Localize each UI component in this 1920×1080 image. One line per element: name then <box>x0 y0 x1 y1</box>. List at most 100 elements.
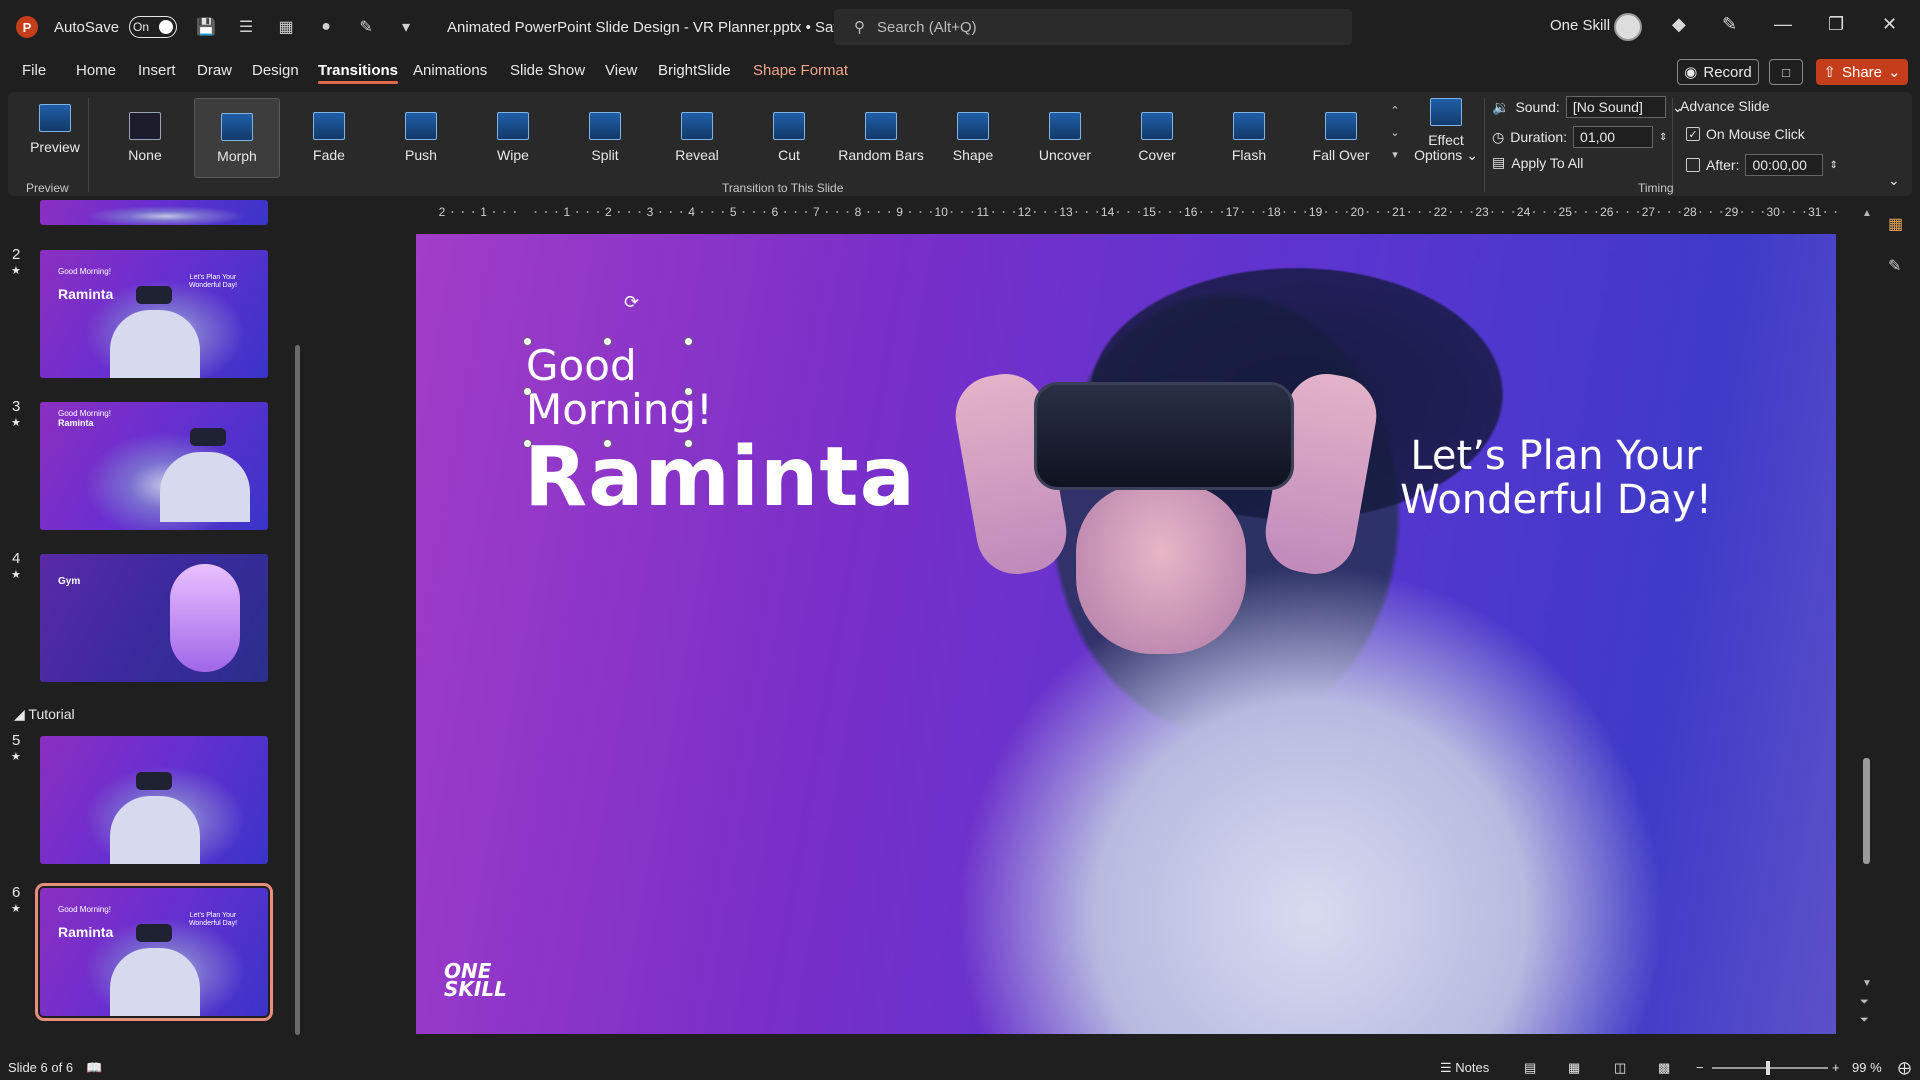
resize-handle[interactable] <box>603 337 612 346</box>
tab-brightslide[interactable]: BrightSlide <box>658 62 731 79</box>
comments-button[interactable]: □ <box>1769 59 1803 85</box>
restore-icon[interactable]: ❐ <box>1828 14 1844 35</box>
transition-morph[interactable]: Morph <box>194 98 280 178</box>
scrollbar-thumb[interactable] <box>295 345 300 1035</box>
fit-slide-icon[interactable]: ⨁ <box>1898 1060 1911 1076</box>
preview-button[interactable]: Preview <box>20 98 90 178</box>
horizontal-ruler[interactable]: 2 1 1 2 3 4 5 6 7 8 9 10 11 12 13 14 15 16 17 18 19 20 21 22 23 2… <box>416 200 1847 222</box>
zoom-out-icon[interactable]: − <box>1696 1060 1704 1075</box>
next-slide-icon[interactable]: ⏷ <box>1860 1014 1869 1027</box>
on-mouse-click-row[interactable]: ✓ On Mouse Click <box>1686 126 1805 142</box>
scrollbar-thumb[interactable] <box>1863 758 1870 864</box>
transition-flash[interactable]: Flash <box>1206 98 1292 178</box>
resize-handle[interactable] <box>523 387 532 396</box>
tab-design[interactable]: Design <box>252 62 299 79</box>
record-icon[interactable]: ● <box>315 16 337 38</box>
collapse-ribbon-icon[interactable]: ⌄ <box>1888 172 1900 189</box>
pen-icon[interactable]: ✎ <box>1722 14 1737 35</box>
format-painter-icon[interactable]: ✎ <box>355 16 377 38</box>
minimize-icon[interactable]: — <box>1774 14 1792 35</box>
autosave-toggle[interactable]: On <box>129 16 178 38</box>
tab-animations[interactable]: Animations <box>413 62 487 79</box>
tagline-textbox[interactable]: Let’s Plan Your Wonderful Day! <box>1376 434 1736 522</box>
chevron-up-icon[interactable]: ⌃ <box>1388 100 1402 122</box>
tab-view[interactable]: View <box>605 62 637 79</box>
scroll-down-icon[interactable]: ▼ <box>1862 978 1872 989</box>
previous-slide-icon[interactable]: ⏷ <box>1860 996 1869 1009</box>
bright-slide-icon[interactable]: ☰ <box>235 16 257 38</box>
save-icon[interactable]: 💾 <box>195 16 217 38</box>
slide-thumbnail-3[interactable]: Good Morning! Raminta <box>40 402 268 530</box>
slideshow-view-icon[interactable]: ▩ <box>1658 1060 1670 1076</box>
tab-draw[interactable]: Draw <box>197 62 232 79</box>
duration-input[interactable]: 01,00 <box>1573 126 1654 148</box>
customize-toolbar-icon[interactable]: ▾ <box>395 16 417 38</box>
reading-view-icon[interactable]: ◫ <box>1614 1060 1626 1076</box>
zoom-slider[interactable] <box>1712 1061 1828 1075</box>
transition-cover[interactable]: Cover <box>1114 98 1200 178</box>
resize-handle[interactable] <box>523 337 532 346</box>
slide-thumbnail-5[interactable] <box>40 736 268 864</box>
slide-canvas[interactable]: Good Morning! ⟳ Raminta Let’s Plan Your … <box>416 234 1836 1034</box>
slide-thumbnail-6-selected[interactable]: Good Morning! Raminta Let's Plan Your Wo… <box>35 883 273 1021</box>
transition-shape[interactable]: Shape <box>930 98 1016 178</box>
slide-thumbnail-2[interactable]: Good Morning! Raminta Let's Plan Your Wo… <box>40 250 268 378</box>
transition-cut[interactable]: Cut <box>746 98 832 178</box>
transition-uncover[interactable]: Uncover <box>1022 98 1108 178</box>
on-mouse-click-checkbox[interactable]: ✓ <box>1686 127 1700 141</box>
transition-fall-over[interactable]: Fall Over <box>1298 98 1384 178</box>
designer-icon[interactable]: ▦ <box>1888 214 1903 234</box>
normal-view-icon[interactable]: ▤ <box>1524 1060 1536 1076</box>
user-name[interactable]: One Skill <box>1550 17 1610 34</box>
document-title[interactable]: Animated PowerPoint Slide Design - VR Pl… <box>447 19 873 36</box>
thumbnails-scrollbar[interactable] <box>294 220 301 1050</box>
transition-random-bars[interactable]: Random Bars <box>838 98 924 178</box>
spinner-icon[interactable]: ⇕ <box>1659 132 1667 143</box>
record-button[interactable]: ◉ Record <box>1677 59 1759 85</box>
format-icon[interactable]: ✎ <box>1888 256 1901 276</box>
transition-split[interactable]: Split <box>562 98 648 178</box>
tab-slide-show[interactable]: Slide Show <box>510 62 585 79</box>
section-tutorial[interactable]: ◢ Tutorial <box>14 706 75 723</box>
resize-handle[interactable] <box>684 337 693 346</box>
collapse-triangle-icon[interactable]: ◢ <box>14 706 25 722</box>
spinner-icon[interactable]: ⇕ <box>1829 160 1837 171</box>
transition-none[interactable]: None <box>102 98 188 178</box>
transition-wipe[interactable]: Wipe <box>470 98 556 178</box>
transition-push[interactable]: Push <box>378 98 464 178</box>
slide-thumbnail-1-partial[interactable] <box>40 200 268 225</box>
tab-home[interactable]: Home <box>76 62 116 79</box>
vertical-ruler[interactable] <box>316 232 336 1032</box>
tab-insert[interactable]: Insert <box>138 62 176 79</box>
slide-thumbnail-4[interactable]: Gym <box>40 554 268 682</box>
transition-reveal[interactable]: Reveal <box>654 98 740 178</box>
after-input[interactable]: 00:00,00 <box>1745 154 1824 176</box>
resize-handle[interactable] <box>684 387 693 396</box>
effect-options-button[interactable]: Effect Options ⌄ <box>1408 98 1484 178</box>
align-icon[interactable]: ▦ <box>275 16 297 38</box>
diamond-icon[interactable]: ◆ <box>1672 14 1686 35</box>
tab-shape-format[interactable]: Shape Format <box>753 62 848 79</box>
sound-select[interactable]: [No Sound] <box>1565 96 1666 118</box>
apply-all-button[interactable]: ▤ Apply To All <box>1492 154 1583 171</box>
notes-button[interactable]: ☰ Notes <box>1440 1060 1489 1076</box>
zoom-level[interactable]: 99 % <box>1852 1060 1882 1075</box>
zoom-in-icon[interactable]: + <box>1832 1060 1840 1075</box>
name-textbox[interactable]: Raminta <box>524 430 916 525</box>
close-icon[interactable]: ✕ <box>1882 14 1897 35</box>
slide-sorter-icon[interactable]: ▦ <box>1568 1060 1580 1076</box>
tab-file[interactable]: File <box>22 62 46 79</box>
gallery-scroll[interactable]: ⌃ ⌄ ▾ <box>1388 100 1402 166</box>
accessibility-icon[interactable]: 📖 <box>86 1060 102 1076</box>
chevron-down-icon[interactable]: ⌄ <box>1388 122 1402 144</box>
rotate-handle-icon[interactable]: ⟳ <box>624 292 639 313</box>
search-input[interactable]: ⚲ Search (Alt+Q) <box>834 9 1352 45</box>
scroll-up-icon[interactable]: ▲ <box>1862 208 1872 219</box>
share-button[interactable]: ⇧ Share ⌄ <box>1816 59 1908 85</box>
more-icon[interactable]: ▾ <box>1388 144 1402 166</box>
after-checkbox[interactable] <box>1686 158 1700 172</box>
slide-scrollbar[interactable]: ▲ ▼ ⏷ ⏷ <box>1860 208 1874 1028</box>
tab-transitions[interactable]: Transitions <box>318 62 399 84</box>
zoom-slider-thumb[interactable] <box>1766 1061 1770 1075</box>
transition-fade[interactable]: Fade <box>286 98 372 178</box>
